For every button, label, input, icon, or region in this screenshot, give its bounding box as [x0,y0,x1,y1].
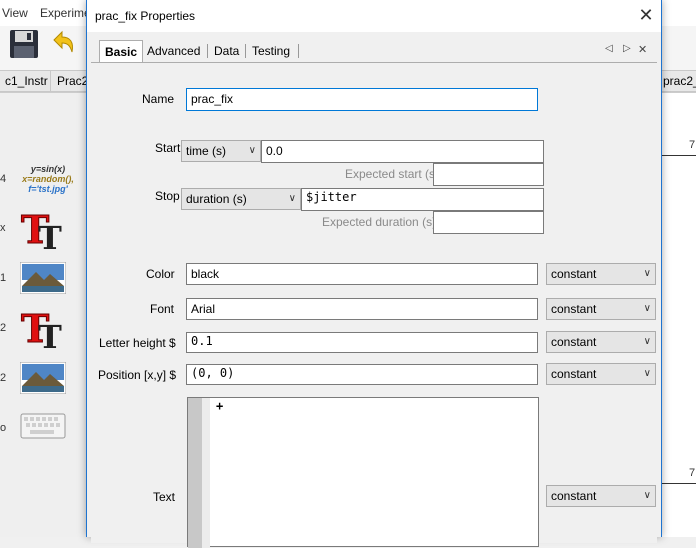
expected-start-field[interactable] [433,163,544,186]
position-field[interactable]: (0, 0) [186,364,538,385]
chevron-down-icon: ∨ [643,268,651,279]
text-update-select[interactable]: constant ∨ [546,485,656,507]
text-editor-content: + [216,399,224,413]
stop-label: Stop [155,189,180,203]
chevron-down-icon: ∨ [643,490,651,501]
row-number: 4 [0,173,7,185]
letter-height-label: Letter height $ [99,336,176,350]
menu-experiment[interactable]: Experime [40,6,91,20]
code-line: f='tst.jpg' [28,184,68,194]
timeline-number: 7 [689,139,696,151]
svg-text:T: T [38,318,62,350]
color-update-select[interactable]: constant ∨ [546,263,656,285]
row-number: x [0,222,6,234]
tab-separator [207,44,208,58]
timeline-line [660,155,696,156]
position-label: Position [x,y] $ [98,368,177,382]
dialog-title-bar[interactable]: prac_fix Properties ✕ [87,0,661,32]
text-component-icon[interactable]: T T [18,205,68,252]
chevron-down-icon: ∨ [643,368,651,379]
name-label: Name [142,92,175,106]
font-update-select[interactable]: constant ∨ [546,298,656,320]
routine-tab[interactable]: prac2_f [656,70,696,92]
keyboard-component-icon[interactable] [20,413,66,439]
chevron-down-icon: ∨ [248,145,256,156]
properties-dialog: prac_fix Properties ✕ Basic Advanced Dat… [86,0,662,548]
chevron-down-icon: ∨ [643,336,651,347]
code-line: y=sin(x) [30,164,66,174]
row-number: 1 [0,272,7,284]
dialog-title: prac_fix Properties [95,9,196,23]
image-component-icon[interactable] [20,262,66,294]
timeline-number: 7 [689,467,696,479]
color-field[interactable]: black [186,263,538,285]
chevron-down-icon: ∨ [643,303,651,314]
start-field[interactable]: 0.0 [261,140,544,163]
position-update-select[interactable]: constant ∨ [546,363,656,385]
image-component-icon[interactable] [20,362,66,394]
tab-separator [298,44,299,58]
save-disk-icon[interactable] [8,28,40,60]
tab-testing[interactable]: Testing [247,40,295,62]
close-icon[interactable]: ✕ [635,4,657,26]
text-editor-gutter [188,398,202,548]
start-label: Start [155,141,181,155]
row-number: 2 [0,372,7,384]
color-update-value: constant [551,267,597,281]
text-label: Text [153,490,176,504]
expected-duration-field[interactable] [433,211,544,234]
stop-unit-select[interactable]: duration (s) ∨ [181,188,301,210]
timeline-line [660,483,696,484]
letter-height-update-value: constant [551,335,597,349]
start-unit-value: time (s) [186,144,226,158]
chevron-down-icon: ∨ [288,193,296,204]
font-label: Font [150,302,175,316]
svg-text:T: T [38,219,62,251]
code-line: x=random(), [22,174,74,184]
tab-advanced[interactable]: Advanced [142,40,205,62]
row-number: o [0,422,7,434]
name-field[interactable]: prac_fix [186,88,538,111]
stop-unit-value: duration (s) [186,192,247,206]
code-component-icon[interactable]: y=sin(x) x=random(), f='tst.jpg' [18,164,78,194]
tab-separator [245,44,246,58]
letter-height-field[interactable]: 0.1 [186,332,538,353]
tab-data[interactable]: Data [209,40,244,62]
expected-duration-label: Expected duration (s) [322,215,437,229]
expected-start-label: Expected start (s) [345,167,440,181]
letter-height-update-select[interactable]: constant ∨ [546,331,656,353]
text-editor[interactable]: + [187,397,539,548]
routine-tab[interactable]: c1_Instr [0,70,56,92]
undo-arrow-icon[interactable] [48,28,78,58]
position-update-value: constant [551,367,597,381]
color-label: Color [146,267,175,281]
text-update-value: constant [551,489,597,503]
stop-field[interactable]: $jitter [301,188,544,211]
text-component-icon[interactable]: T T [18,304,68,351]
tab-prev-icon[interactable]: ◁ [605,43,613,54]
font-field[interactable]: Arial [186,298,538,320]
row-number: 2 [0,322,7,334]
tab-basic[interactable]: Basic [99,40,144,64]
font-update-value: constant [551,302,597,316]
tab-close-icon[interactable]: ✕ [638,43,647,56]
start-unit-select[interactable]: time (s) ∨ [181,140,261,162]
text-editor-margin [202,398,210,548]
menu-view[interactable]: View [2,6,28,20]
tab-next-icon[interactable]: ▷ [623,43,631,54]
